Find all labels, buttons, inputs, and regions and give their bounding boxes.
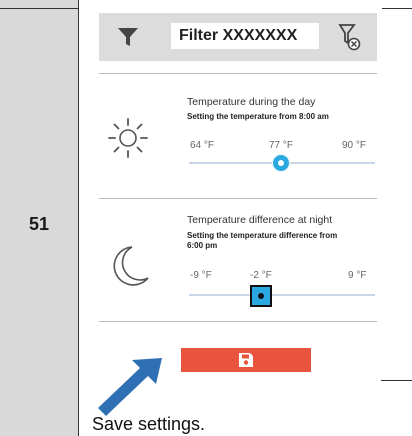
night-slider-thumb[interactable]: [250, 285, 272, 307]
night-slider-min: -9 °F: [190, 270, 212, 281]
step-number: 51: [28, 214, 50, 234]
day-slider-value: 77 °F: [269, 140, 294, 151]
night-slider-value: -2 °F: [250, 270, 272, 281]
night-difference-subtitle-line1: Setting the temperature difference from: [187, 231, 338, 240]
funnel-icon[interactable]: [117, 27, 139, 52]
night-slider-max: 9 °F: [348, 270, 367, 281]
night-difference-subtitle-line2: 6:00 pm: [187, 241, 218, 250]
sun-icon: [106, 116, 150, 165]
divider: [99, 198, 377, 199]
divider: [99, 321, 377, 322]
step-caption: Save settings.: [92, 414, 206, 434]
day-temperature-subtitle: Setting the temperature from 8:00 am: [187, 112, 329, 121]
top-border: [0, 8, 78, 9]
filter-bar: Filter XXXXXXX: [99, 13, 377, 61]
app-screen: Filter XXXXXXX Temperature during the da…: [96, 8, 382, 380]
day-slider-max: 90 °F: [342, 140, 367, 151]
top-border-right: [381, 8, 412, 9]
day-temperature-title: Temperature during the day: [187, 96, 316, 108]
filter-name: Filter XXXXXXX: [171, 23, 319, 49]
moon-icon: [110, 244, 150, 293]
clear-filter-icon[interactable]: [337, 23, 361, 56]
floppy-disk-icon: [238, 352, 254, 373]
night-slider-track[interactable]: [189, 294, 375, 296]
save-button[interactable]: [181, 348, 311, 372]
divider: [99, 73, 377, 74]
day-slider-thumb[interactable]: [272, 154, 290, 172]
right-border-tick: [381, 380, 412, 381]
day-slider-min: 64 °F: [190, 140, 215, 151]
night-difference-title: Temperature difference at night: [187, 214, 333, 226]
